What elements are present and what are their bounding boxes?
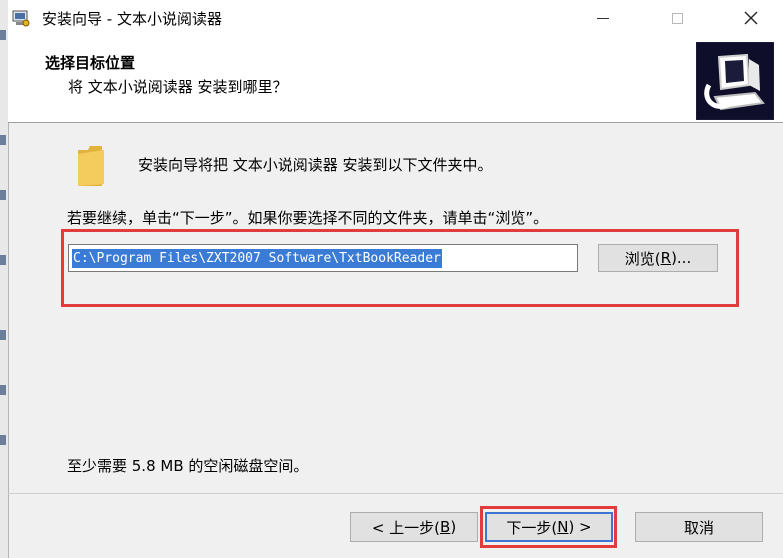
browse-shortcut: R <box>660 249 672 267</box>
close-icon <box>744 11 758 25</box>
next-shortcut: N <box>557 518 569 536</box>
window-title: 安装向导 - 文本小说阅读器 <box>42 10 222 28</box>
minimize-button[interactable] <box>580 0 626 36</box>
computer-install-icon <box>696 42 774 120</box>
install-path-value: C:\Program Files\ZXT2007 Software\TxtBoo… <box>72 248 442 268</box>
cancel-label: 取消 <box>683 518 714 537</box>
cancel-button[interactable]: 取消 <box>635 512 763 542</box>
page-subtitle: 将 文本小说阅读器 安装到哪里？ <box>68 78 288 96</box>
desktop-edge-mark <box>0 30 6 40</box>
desktop-edge-mark <box>0 385 6 395</box>
desktop-edge-mark <box>0 330 6 340</box>
intro-text: 安装向导将把 文本小说阅读器 安装到以下文件夹中。 <box>138 156 493 174</box>
browse-suffix: )... <box>671 249 692 267</box>
page-title: 选择目标位置 <box>45 54 136 72</box>
next-button[interactable]: 下一步(N) > <box>485 512 613 542</box>
next-label: 下一步( <box>506 518 558 537</box>
next-suffix: ) > <box>568 518 592 536</box>
disk-space-text: 至少需要 5.8 MB 的空闲磁盘空间。 <box>67 457 309 475</box>
title-bar[interactable]: 安装向导 - 文本小说阅读器 <box>8 0 783 36</box>
footer-divider <box>8 493 783 494</box>
folder-icon <box>76 144 106 188</box>
desktop-edge-mark <box>0 435 6 445</box>
browse-label: 浏览( <box>624 249 661 268</box>
maximize-button <box>654 0 700 36</box>
back-label: < 上一步( <box>371 518 441 537</box>
maximize-icon <box>671 12 683 24</box>
close-button[interactable] <box>728 0 774 36</box>
desktop-edge-mark <box>0 190 6 200</box>
instruction-text: 若要继续，单击“下一步”。如果你要选择不同的文件夹，请单击“浏览”。 <box>67 209 549 227</box>
install-path-input[interactable]: C:\Program Files\ZXT2007 Software\TxtBoo… <box>68 244 578 272</box>
desktop-edge-mark <box>0 255 6 265</box>
installer-window: 安装向导 - 文本小说阅读器 选择目标位置 将 文本小说阅读器 安装到哪里？ 安… <box>0 0 783 558</box>
back-button[interactable]: < 上一步(B) <box>350 512 478 542</box>
back-suffix: ) <box>450 518 457 536</box>
installer-icon <box>12 9 30 27</box>
back-shortcut: B <box>440 518 451 536</box>
minimize-icon <box>597 17 609 19</box>
browse-button[interactable]: 浏览(R)... <box>598 244 718 272</box>
wizard-header: 选择目标位置 将 文本小说阅读器 安装到哪里？ <box>8 36 783 123</box>
desktop-edge-mark <box>0 135 6 145</box>
